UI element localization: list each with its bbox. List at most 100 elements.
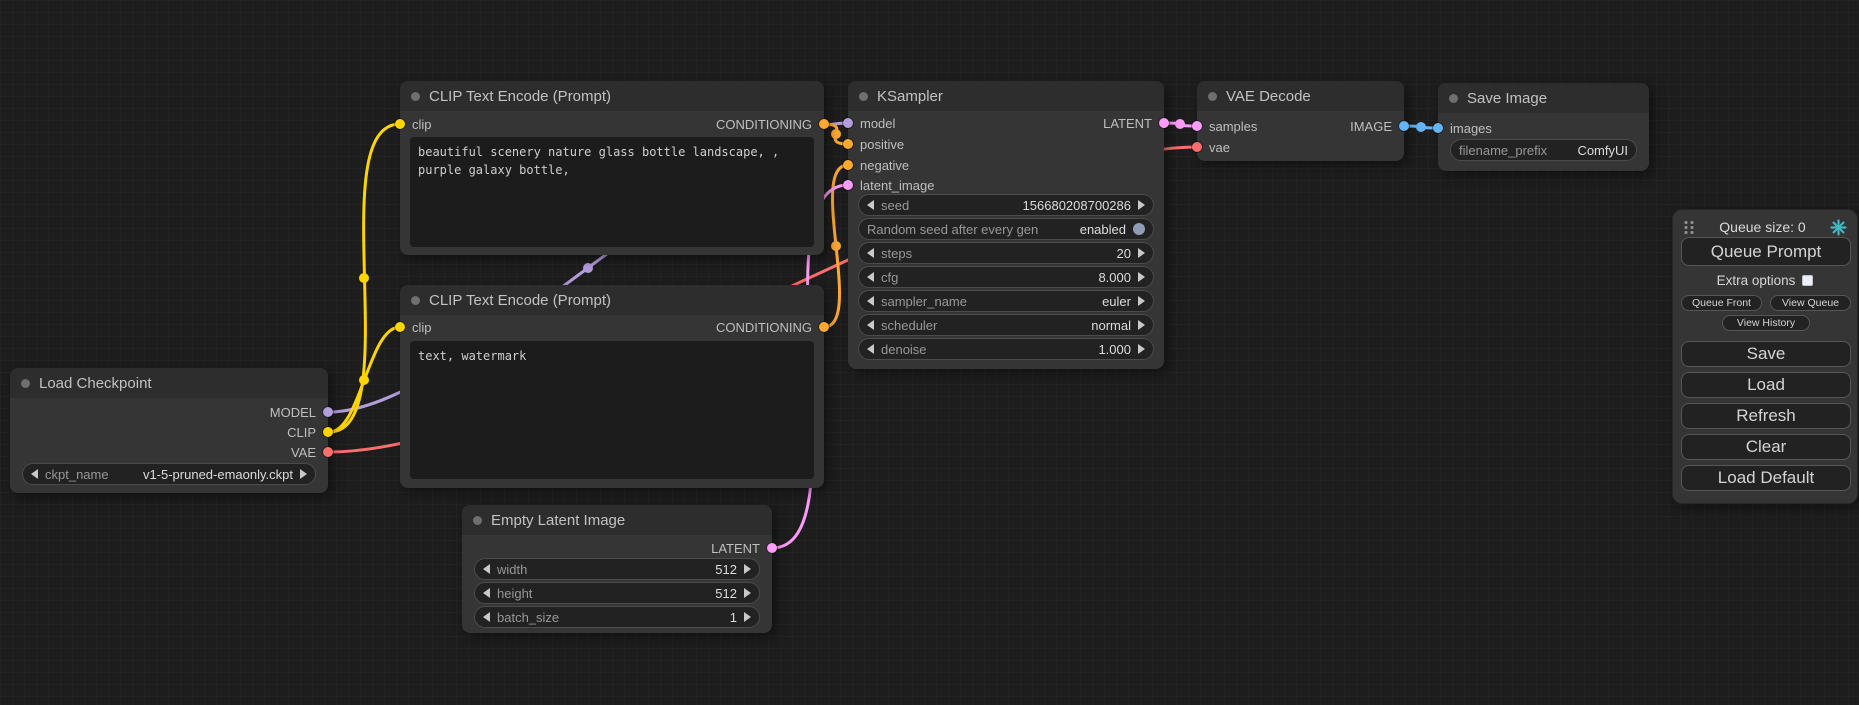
widget-sampler-name[interactable]: sampler_name euler (858, 290, 1154, 312)
widget-cfg[interactable]: cfg 8.000 (858, 266, 1154, 288)
model-port-dot[interactable] (843, 118, 853, 128)
conditioning-port-dot[interactable] (819, 322, 829, 332)
positive-prompt-textarea[interactable]: beautiful scenery nature glass bottle la… (410, 137, 814, 247)
wire-clip-to-negative[interactable] (329, 327, 400, 432)
next-arrow-icon[interactable] (744, 588, 751, 598)
image-port-dot[interactable] (1433, 123, 1443, 133)
node-load-checkpoint[interactable]: Load Checkpoint MODEL CLIP VAE ckpt_name… (10, 368, 328, 493)
wire-midpoint-dot (359, 273, 369, 283)
widget-width[interactable]: width 512 (474, 558, 760, 580)
node-title-bar[interactable]: KSampler (848, 81, 1164, 111)
load-default-button[interactable]: Load Default (1681, 465, 1851, 491)
view-history-button[interactable]: View History (1722, 315, 1810, 331)
widget-random-seed-toggle[interactable]: Random seed after every gen enabled (858, 218, 1154, 240)
negative-prompt-textarea[interactable]: text, watermark (410, 341, 814, 479)
next-arrow-icon[interactable] (300, 469, 307, 479)
prev-arrow-icon[interactable] (867, 320, 874, 330)
queue-front-button[interactable]: Queue Front (1681, 295, 1762, 311)
prev-arrow-icon[interactable] (31, 469, 38, 479)
prev-arrow-icon[interactable] (867, 248, 874, 258)
node-empty-latent-image[interactable]: Empty Latent Image LATENT width 512 heig… (462, 505, 772, 633)
node-clip-text-encode-positive[interactable]: CLIP Text Encode (Prompt) clip CONDITION… (400, 81, 824, 255)
load-button[interactable]: Load (1681, 372, 1851, 398)
widget-batch-size[interactable]: batch_size 1 (474, 606, 760, 628)
prev-arrow-icon[interactable] (483, 564, 490, 574)
vae-port-dot[interactable] (323, 447, 333, 457)
widget-label: steps (881, 246, 912, 261)
next-arrow-icon[interactable] (1138, 200, 1145, 210)
conditioning-port-dot[interactable] (843, 139, 853, 149)
widget-scheduler[interactable]: scheduler normal (858, 314, 1154, 336)
settings-gear-icon[interactable] (1830, 219, 1847, 236)
input-port-clip: clip (395, 319, 432, 335)
clip-port-dot[interactable] (395, 322, 405, 332)
widget-label: height (497, 586, 532, 601)
latent-port-dot[interactable] (843, 180, 853, 190)
port-label: vae (1209, 140, 1230, 155)
view-queue-button[interactable]: View Queue (1770, 295, 1851, 311)
save-button[interactable]: Save (1681, 341, 1851, 367)
collapse-dot[interactable] (411, 296, 420, 305)
next-arrow-icon[interactable] (1138, 272, 1145, 282)
node-title-bar[interactable]: Save Image (1438, 83, 1649, 113)
conditioning-port-dot[interactable] (819, 119, 829, 129)
model-port-dot[interactable] (323, 407, 333, 417)
refresh-button[interactable]: Refresh (1681, 403, 1851, 429)
vae-port-dot[interactable] (1192, 142, 1202, 152)
wire-midpoint-dot (359, 375, 369, 385)
prev-arrow-icon[interactable] (867, 296, 874, 306)
next-arrow-icon[interactable] (1138, 296, 1145, 306)
queue-size-label: Queue size: 0 (1695, 219, 1830, 235)
prev-arrow-icon[interactable] (483, 612, 490, 622)
node-title-bar[interactable]: CLIP Text Encode (Prompt) (400, 285, 824, 315)
next-arrow-icon[interactable] (1138, 344, 1145, 354)
next-arrow-icon[interactable] (744, 612, 751, 622)
queue-prompt-button[interactable]: Queue Prompt (1681, 237, 1851, 266)
node-title: Save Image (1467, 90, 1547, 107)
drag-handle-icon[interactable] (1683, 220, 1695, 235)
node-title-bar[interactable]: Empty Latent Image (462, 505, 772, 535)
node-title-bar[interactable]: Load Checkpoint (10, 368, 328, 398)
prev-arrow-icon[interactable] (483, 588, 490, 598)
output-port-latent: LATENT (1103, 115, 1169, 131)
extra-options-checkbox[interactable] (1802, 275, 1813, 286)
conditioning-port-dot[interactable] (843, 160, 853, 170)
prev-arrow-icon[interactable] (867, 272, 874, 282)
node-clip-text-encode-negative[interactable]: CLIP Text Encode (Prompt) clip CONDITION… (400, 285, 824, 488)
widget-height[interactable]: height 512 (474, 582, 760, 604)
latent-port-dot[interactable] (767, 543, 777, 553)
toggle-dot[interactable] (1133, 223, 1145, 235)
output-port-conditioning: CONDITIONING (716, 319, 829, 335)
prev-arrow-icon[interactable] (867, 344, 874, 354)
widget-value: 156680208700286 (1023, 198, 1131, 213)
node-vae-decode[interactable]: VAE Decode samples vae IMAGE (1197, 81, 1404, 161)
widget-ckpt-name[interactable]: ckpt_name v1-5-pruned-emaonly.ckpt (22, 463, 316, 485)
node-ksampler[interactable]: KSampler model positive negative latent_… (848, 81, 1164, 369)
input-port-images: images (1433, 120, 1492, 136)
collapse-dot[interactable] (21, 379, 30, 388)
next-arrow-icon[interactable] (1138, 248, 1145, 258)
node-title-bar[interactable]: CLIP Text Encode (Prompt) (400, 81, 824, 111)
widget-filename-prefix[interactable]: filename_prefix ComfyUI (1450, 139, 1637, 161)
widget-seed[interactable]: seed 156680208700286 (858, 194, 1154, 216)
collapse-dot[interactable] (1449, 94, 1458, 103)
prev-arrow-icon[interactable] (867, 200, 874, 210)
widget-denoise[interactable]: denoise 1.000 (858, 338, 1154, 360)
collapse-dot[interactable] (473, 516, 482, 525)
widget-steps[interactable]: steps 20 (858, 242, 1154, 264)
node-save-image[interactable]: Save Image images filename_prefix ComfyU… (1438, 83, 1649, 171)
clip-port-dot[interactable] (395, 119, 405, 129)
latent-port-dot[interactable] (1192, 121, 1202, 131)
collapse-dot[interactable] (1208, 92, 1217, 101)
collapse-dot[interactable] (859, 92, 868, 101)
wire-clip-to-positive[interactable] (329, 124, 400, 432)
clear-button[interactable]: Clear (1681, 434, 1851, 460)
next-arrow-icon[interactable] (1138, 320, 1145, 330)
clip-port-dot[interactable] (323, 427, 333, 437)
image-port-dot[interactable] (1399, 121, 1409, 131)
latent-port-dot[interactable] (1159, 118, 1169, 128)
node-title-bar[interactable]: VAE Decode (1197, 81, 1404, 111)
next-arrow-icon[interactable] (744, 564, 751, 574)
collapse-dot[interactable] (411, 92, 420, 101)
input-port-positive: positive (843, 136, 904, 152)
